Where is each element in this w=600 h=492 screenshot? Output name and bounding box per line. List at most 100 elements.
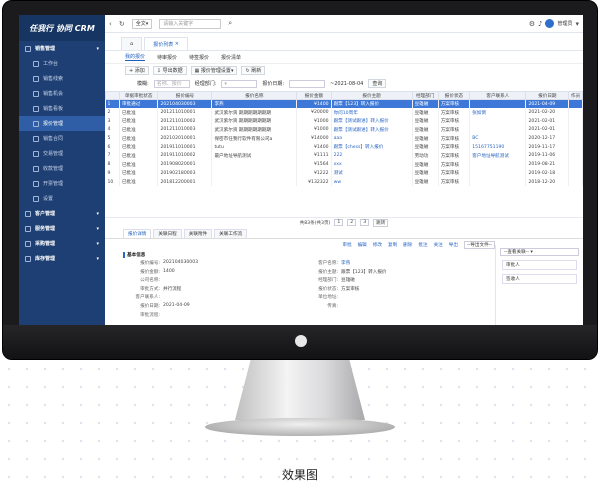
date-from-input[interactable]: [289, 79, 326, 88]
refresh-icon[interactable]: ↻: [119, 20, 125, 28]
action-link[interactable]: 修改: [373, 242, 382, 248]
dept-label: 经理部门:: [194, 81, 217, 87]
add-button[interactable]: + 添加: [125, 66, 149, 75]
sidebar-item[interactable]: 工作台: [19, 56, 105, 71]
table-row[interactable]: 1 审批通过 202104030003 李燕 ¥1400 跟票【123】转入报价 豆雄磁 方案…: [105, 99, 583, 109]
page-2-button[interactable]: 2: [347, 219, 357, 226]
table-row[interactable]: 4 已批准 201211010003 武汉紫尔资 期期期期期期期 ¥1000 跟票【测试跟…: [105, 125, 583, 135]
menu-icon: [25, 240, 31, 247]
subtab-pending-sign[interactable]: 待签报价: [189, 54, 209, 61]
approver-box[interactable]: 审批人: [502, 260, 577, 270]
table-row[interactable]: 3 已批准 201211010002 武汉紫尔资 期期期期期期期 ¥1000 跟票【测试跟…: [105, 116, 583, 126]
bell-icon[interactable]: ♪: [538, 20, 542, 28]
sidebar-item[interactable]: 设置: [19, 191, 105, 206]
sidebar-item[interactable]: 采购管理 ▾: [19, 236, 105, 251]
related-select[interactable]: --查看关联-- ▾: [500, 248, 579, 256]
menu-icon: [33, 90, 39, 97]
fuzzy-input[interactable]: 名称、报价: [153, 79, 190, 88]
action-link[interactable]: 编辑: [358, 242, 367, 248]
settings-icon[interactable]: ⚙: [529, 20, 535, 28]
table-cell: 武汉紫尔资 期期期期期期期: [211, 108, 298, 117]
column-header[interactable]: 经理部门: [411, 91, 439, 100]
field-label: 审批方式:: [140, 286, 160, 292]
action-link[interactable]: 删除: [403, 242, 412, 248]
action-link[interactable]: 关注: [434, 242, 443, 248]
sidebar-item[interactable]: 销售合同: [19, 131, 105, 146]
back-icon[interactable]: ‹: [109, 20, 112, 28]
goto-button[interactable]: 跳转: [373, 218, 389, 227]
sidebar-item[interactable]: 开票管理: [19, 176, 105, 191]
table-cell: 2: [105, 108, 120, 117]
query-button[interactable]: 查询: [368, 79, 387, 88]
column-header[interactable]: 报价状态: [437, 91, 471, 100]
sidebar-item[interactable]: 服务管理 ▾: [19, 221, 105, 236]
field-label: 客户名称:: [318, 261, 338, 266]
settings-button[interactable]: ▦ 报价管理设置 ▾: [190, 66, 238, 75]
table-cell: [568, 99, 583, 109]
table-row[interactable]: 9 已批准 201902180003 ¥1222 测试 豆雄磁 方案审核 2019-02-18: [105, 169, 583, 178]
table-row[interactable]: 7 已批准 201911010002 最户地址导航测试 ¥1111 222 劳动功 方案审核客…: [105, 151, 583, 161]
page-3-button[interactable]: 3: [360, 219, 370, 226]
action-link[interactable]: 批注: [418, 242, 427, 248]
sidebar-item[interactable]: 销售看板: [19, 101, 105, 116]
table-row[interactable]: 2 已批准 201211010001 武汉紫尔资 期期期期期期期 ¥20000 你问10周…: [105, 108, 583, 117]
sidebar-item[interactable]: 库存管理 ▾: [19, 251, 105, 266]
table-row[interactable]: 10 已批准 201812200001 ¥132322 ww 豆雄磁 方案审核 2018-12…: [105, 177, 583, 187]
field-label: 报价主题:: [318, 269, 338, 275]
signer-box[interactable]: 签收人: [502, 274, 577, 284]
action-link[interactable]: 复制: [388, 242, 397, 248]
table-cell: 武汉紫尔资 期期期期期期期: [211, 116, 298, 126]
column-header[interactable]: 客户联系人: [469, 91, 527, 100]
table-cell: 已批准: [119, 125, 159, 135]
column-header[interactable]: 报价编号: [157, 91, 213, 100]
table-row[interactable]: 6 已批准 201911010001 tutu ¥1400 跟票【chess】转入报价 豆雄…: [105, 142, 583, 152]
detail-tab-info[interactable]: 报价详情: [123, 229, 152, 238]
search-scope-select[interactable]: 全文 ▾: [131, 18, 153, 29]
action-link[interactable]: --导出文件--: [463, 241, 495, 249]
column-header[interactable]: 报价日期: [525, 91, 570, 100]
sidebar-item[interactable]: 销售机会: [19, 86, 105, 101]
page-tabs: ⌂ 报价列表 ×: [105, 33, 583, 51]
detail-tab-attachments[interactable]: 关联附件: [183, 229, 213, 238]
column-header[interactable]: 单据审批状态: [118, 91, 159, 100]
subtab-pending-review[interactable]: 待审报价: [157, 54, 177, 61]
menu-icon: [33, 135, 39, 142]
sidebar-item[interactable]: 销售管理 ▾: [19, 41, 105, 56]
date-label: 报价日期:: [262, 81, 285, 87]
chevron-down-icon: ▾: [96, 240, 99, 247]
search-icon[interactable]: ⌕: [228, 19, 232, 28]
action-link[interactable]: 审批: [342, 242, 351, 248]
action-link[interactable]: 导出: [449, 242, 458, 248]
column-header[interactable]: 报价名称: [211, 91, 298, 100]
table-cell: 你问10周年: [331, 108, 413, 117]
subtab-quote-list[interactable]: 报价清单: [221, 54, 241, 61]
sidebar-item[interactable]: 客户管理 ▾: [19, 206, 105, 221]
search-input[interactable]: 请输入关键字: [159, 18, 222, 29]
monitor-chin: [3, 325, 597, 359]
export-button[interactable]: ⇩ 导出数据: [152, 66, 187, 75]
detail-tab-workflow[interactable]: 关联工作流: [214, 229, 248, 238]
dept-select[interactable]: ▾: [221, 79, 258, 88]
column-header[interactable]: 作员: [568, 91, 583, 100]
sidebar-item[interactable]: 销售线索: [19, 71, 105, 86]
table-cell: 1: [105, 99, 120, 109]
refresh-button[interactable]: ↻ 刷新: [241, 66, 266, 75]
column-header[interactable]: 报价主题: [330, 91, 413, 100]
tab-quote-list[interactable]: 报价列表 ×: [144, 37, 188, 50]
table-row[interactable]: 5 已批准 202102010001 保密市任我行软件有限公司a ¥14000 aaa 豆雄…: [105, 134, 583, 143]
user-block[interactable]: ⚙ ♪ 管理员 ▾: [529, 19, 579, 28]
detail-tab-schedule[interactable]: 关联日程: [153, 229, 182, 238]
sidebar-item[interactable]: 收款管理: [19, 161, 105, 176]
sidebar-item[interactable]: 交易管理: [19, 146, 105, 161]
date-to-input[interactable]: ~2021-08-04: [330, 81, 363, 87]
page-1-button[interactable]: 1: [334, 219, 344, 226]
subtab-my-quotes[interactable]: 我的报价: [125, 53, 146, 61]
column-header[interactable]: [105, 91, 120, 100]
table-row[interactable]: 8 已批准 201908020001 ¥1564 xxx 豆雄磁 方案审核 2019-08-2…: [105, 160, 583, 169]
tab-home[interactable]: ⌂: [121, 37, 143, 50]
table-cell: ¥1222: [296, 169, 332, 178]
tab-label: 报价列表: [153, 41, 174, 48]
column-header[interactable]: 报价金额: [296, 91, 332, 100]
sidebar-item[interactable]: 报价管理: [19, 116, 105, 131]
export-label: 导出数据: [162, 68, 183, 74]
